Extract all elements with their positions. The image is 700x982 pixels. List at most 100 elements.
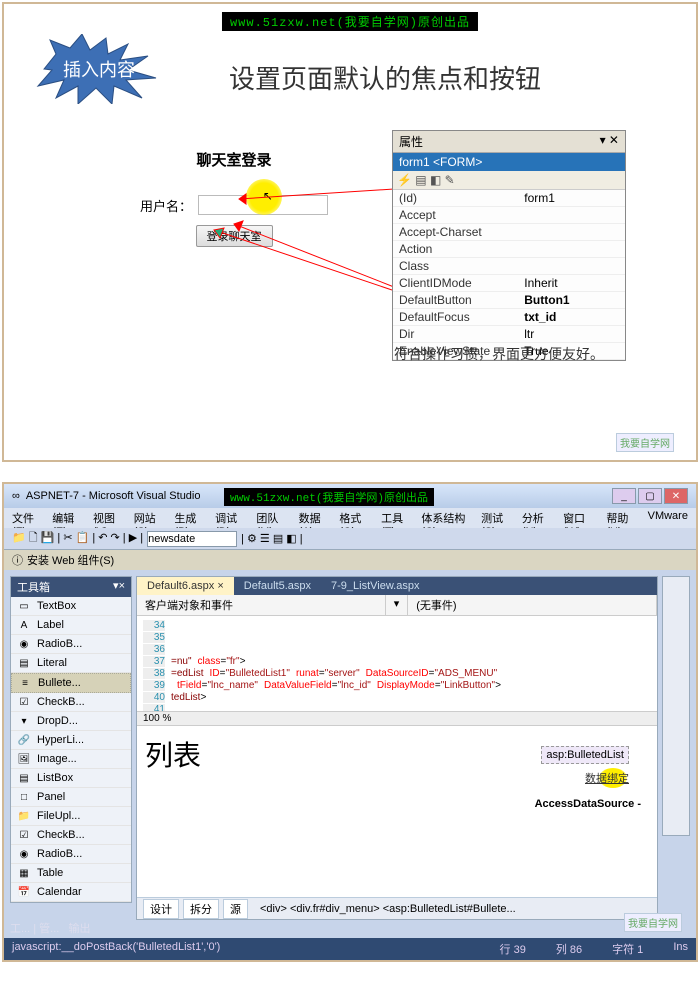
databind-link[interactable]: 数据绑定	[585, 770, 629, 786]
menu-item[interactable]: 分析(N)	[522, 510, 553, 526]
toolbox-item-label: DropD...	[37, 715, 78, 727]
split-tab[interactable]: 拆分	[183, 899, 219, 919]
properties-object[interactable]: form1 <FORM>	[393, 153, 625, 171]
toolbox-item-label: RadioB...	[37, 848, 82, 860]
menu-item[interactable]: 窗口(W)	[563, 510, 596, 526]
status-ins: Ins	[673, 941, 688, 957]
toolbox-title: 工具箱	[17, 579, 50, 595]
document-tab[interactable]: 7-9_ListView.aspx	[321, 577, 429, 595]
status-col: 列 86	[556, 941, 582, 957]
code-editor[interactable]: 34 35 36 37=nu" class="fr"> 38=edList ID…	[137, 616, 657, 712]
toolbox-item-icon: ▤	[17, 656, 31, 670]
window-titlebar: ∞ ASPNET-7 - Microsoft Visual Studio www…	[4, 484, 696, 508]
toolbox-item[interactable]: ▭TextBox	[11, 597, 131, 616]
menu-item[interactable]: 格式(O)	[339, 510, 371, 526]
event-dropdown[interactable]: (无事件)	[408, 595, 657, 615]
property-row[interactable]: Accept	[393, 207, 625, 224]
toolbox-item[interactable]: ALabel	[11, 616, 131, 635]
toolbox-item-icon: ☑	[17, 828, 31, 842]
menu-item[interactable]: 编辑(E)	[52, 510, 83, 526]
menu-item[interactable]: 调试(D)	[215, 510, 246, 526]
window-title: ASPNET-7 - Microsoft Visual Studio	[26, 490, 201, 502]
dropdown-arrow-icon[interactable]: ▾	[386, 595, 409, 615]
toolbox-item-label: Label	[37, 619, 64, 631]
menu-item[interactable]: 生成(B)	[174, 510, 205, 526]
properties-toolbar[interactable]: ⚡ ▤ ◧ ✎	[393, 171, 625, 190]
property-row[interactable]: Dirltr	[393, 326, 625, 343]
menu-item[interactable]: 团队(M)	[256, 510, 288, 526]
property-row[interactable]: Action	[393, 241, 625, 258]
info-icon: ⓘ	[12, 552, 23, 568]
pin-close-icons[interactable]: ▾ ✕	[600, 133, 619, 150]
toolbox-item-icon: □	[17, 790, 31, 804]
properties-grid: (Id)form1AcceptAccept-CharsetActionClass…	[393, 190, 625, 360]
design-surface[interactable]: 列表 asp:BulletedList 数据绑定 AccessDataSourc…	[137, 726, 657, 836]
toolbox-item[interactable]: ▤ Literal	[11, 654, 131, 673]
toolbox-item[interactable]: 🖼Image...	[11, 750, 131, 769]
toolbox-item[interactable]: ◉RadioB...	[11, 635, 131, 654]
toolbox-item[interactable]: ☑ CheckB...	[11, 826, 131, 845]
toolbox-item-icon: ◉	[17, 847, 31, 861]
document-tab[interactable]: Default5.aspx	[234, 577, 321, 595]
toolbox-panel: 工具箱 ▾× ▭TextBoxALabel◉RadioB...▤Literal≡…	[10, 576, 132, 903]
maximize-button[interactable]: ▢	[638, 488, 662, 504]
property-row[interactable]: Class	[393, 258, 625, 275]
toolbox-item[interactable]: ▤ListBox	[11, 769, 131, 788]
toolbox-item[interactable]: 🔗 HyperLi...	[11, 731, 131, 750]
watermark: www.51zxw.net(我要自学网)原创出品	[222, 12, 478, 31]
object-dropdown[interactable]: 客户端对象和事件	[137, 595, 386, 615]
menu-item[interactable]: 文件(F)	[12, 510, 42, 526]
toolbox-item[interactable]: ◉ RadioB...	[11, 845, 131, 864]
menu-item[interactable]: 网站(S)	[134, 510, 165, 526]
property-row[interactable]: DefaultFocustxt_id	[393, 309, 625, 326]
right-panel[interactable]	[662, 576, 690, 836]
zoom-level[interactable]: 100 %	[137, 712, 657, 726]
status-char: 字符 1	[612, 941, 643, 957]
menu-item[interactable]: 工具(T)	[381, 510, 411, 526]
minimize-button[interactable]: _	[612, 488, 636, 504]
property-row[interactable]: (Id)form1	[393, 190, 625, 207]
toolbox-item-icon: 🖼	[17, 752, 31, 766]
toolbox-item[interactable]: ▾DropD...	[11, 712, 131, 731]
control-tag[interactable]: asp:BulletedList	[541, 746, 629, 764]
toolbox-item-label: Literal	[37, 657, 67, 669]
tag-path[interactable]: <div> <div.fr#div_menu> <asp:BulletedLis…	[260, 903, 516, 915]
status-bar: javascript:__doPostBack('BulletedList1',…	[4, 938, 696, 960]
slide-title: 设置页面默认的焦点和按钮	[229, 59, 541, 96]
toolbar-icons[interactable]: 📁 🗋 💾 | ✂ 📋 | ↶ ↷ | ▶ |	[12, 529, 143, 548]
menu-item[interactable]: 体系结构(C)	[421, 510, 471, 526]
document-tab[interactable]: Default6.aspx ×	[137, 577, 234, 595]
menu-item[interactable]: 测试(S)	[481, 510, 512, 526]
toolbox-item[interactable]: ▦Table	[11, 864, 131, 883]
menu-item[interactable]: 帮助(H)	[606, 510, 637, 526]
toolbox-pin-icon[interactable]: ▾×	[113, 579, 125, 595]
toolbox-item-label: HyperLi...	[37, 734, 84, 746]
menu-item[interactable]: VMware	[648, 510, 688, 526]
menu-item[interactable]: 数据(A)	[299, 510, 330, 526]
toolbox-item[interactable]: 📁FileUpl...	[11, 807, 131, 826]
close-button[interactable]: ✕	[664, 488, 688, 504]
source-tab[interactable]: 源	[223, 899, 248, 919]
config-dropdown[interactable]	[147, 531, 237, 547]
property-row[interactable]: Accept-Charset	[393, 224, 625, 241]
burst-text: 插入内容	[63, 56, 135, 82]
properties-title-text: 属性	[399, 133, 423, 150]
property-row[interactable]: ClientIDModeInherit	[393, 275, 625, 292]
property-row[interactable]: DefaultButtonButton1	[393, 292, 625, 309]
menu-item[interactable]: 视图(V)	[93, 510, 124, 526]
toolbar-icons-2[interactable]: | ⚙ ☰ ▤ ◧ |	[241, 532, 303, 545]
toolbox-item-label: Calendar	[37, 886, 82, 898]
bottom-tabs[interactable]: 工... | 管... 输出	[10, 920, 90, 936]
toolbox-item-label: Panel	[37, 791, 65, 803]
toolbox-item-icon: ≡	[18, 676, 32, 690]
toolbox-item-icon: 🔗	[17, 733, 31, 747]
toolbox-item[interactable]: ≡Bullete...	[11, 673, 131, 693]
toolbox-item[interactable]: □ Panel	[11, 788, 131, 807]
status-js: javascript:__doPostBack('BulletedList1',…	[12, 941, 220, 957]
install-web-components[interactable]: 安装 Web 组件(S)	[27, 552, 114, 568]
toolbox-item-label: CheckB...	[37, 829, 85, 841]
properties-panel: 属性 ▾ ✕ form1 <FORM> ⚡ ▤ ◧ ✎ (Id)form1Acc…	[392, 130, 626, 361]
toolbox-item[interactable]: ☑CheckB...	[11, 693, 131, 712]
toolbox-item[interactable]: 📅Calendar	[11, 883, 131, 902]
design-tab[interactable]: 设计	[143, 899, 179, 919]
